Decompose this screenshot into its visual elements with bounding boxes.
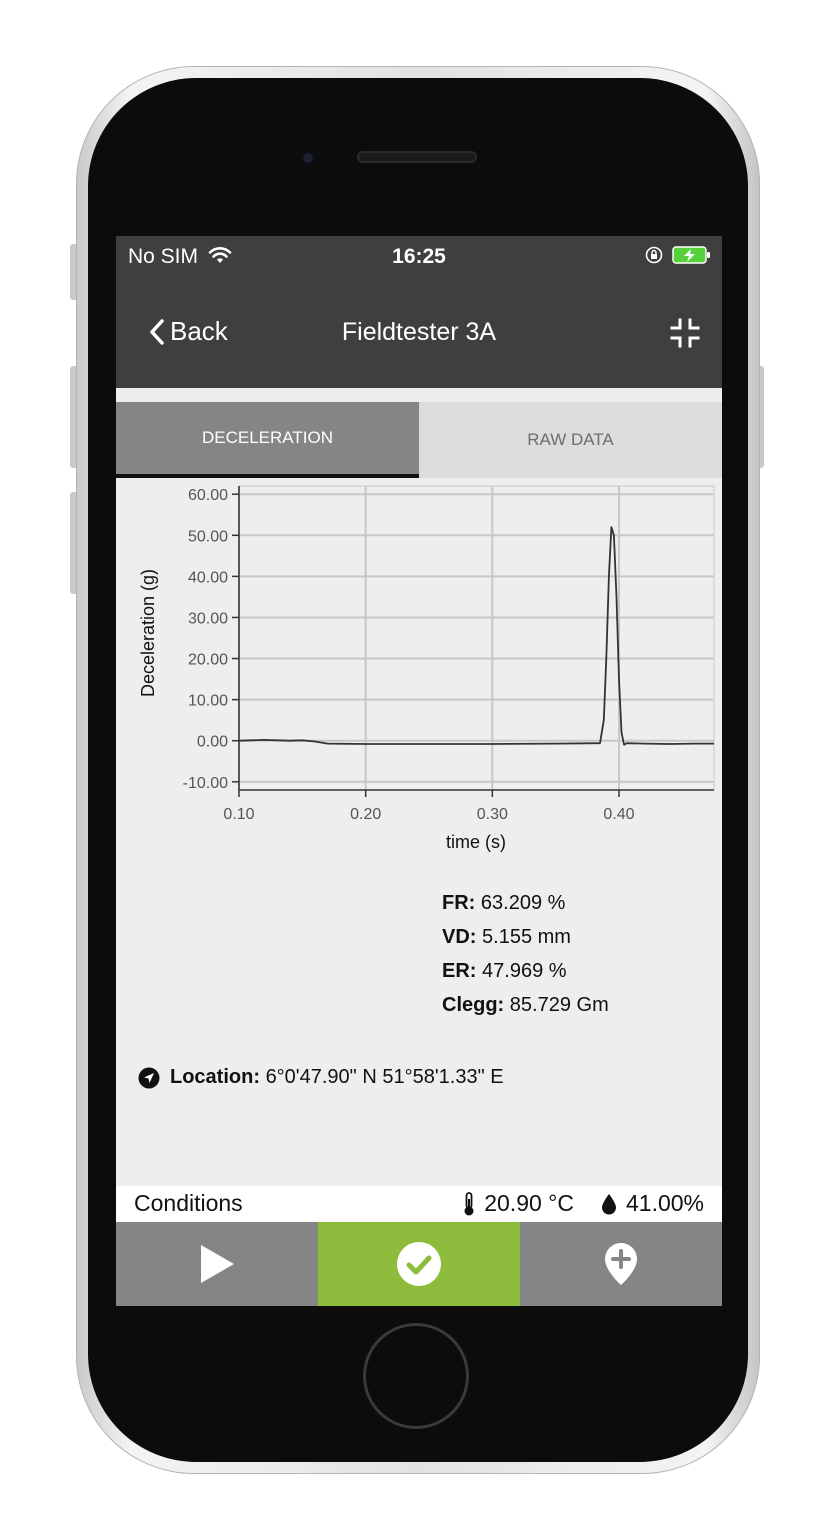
results-panel: FR: 63.209 % VD: 5.155 mm ER: 47.969 % C… [442,886,609,1022]
thermometer-icon [464,1191,474,1215]
location-value: 6°0'47.90" N 51°58'1.33" E [265,1066,504,1088]
stat-vd: VD: 5.155 mm [442,920,609,954]
stat-clegg-label: Clegg: [442,994,505,1016]
navigation-bar: Back Fieldtester 3A [116,278,722,388]
y-tick-label: 10.00 [188,693,228,710]
conditions-label: Conditions [134,1190,243,1216]
chart-svg: 60.00 50.00 40.00 30.00 20.00 10.00 0.00 -10.00… [138,485,715,852]
stat-er-value: 47.969 % [482,960,567,982]
location-arrow-icon [138,1067,160,1088]
tab-bar: DECELERATION RAW DATA [116,402,722,478]
map-marker-plus-icon [605,1243,637,1285]
tab-raw-data-label: RAW DATA [527,430,614,449]
stat-er-label: ER: [442,960,477,982]
home-button[interactable] [363,1323,469,1429]
add-location-button[interactable] [520,1222,722,1306]
stat-fr-label: FR: [442,892,476,914]
location-label: Location: [170,1066,260,1088]
clock: 16:25 [392,245,446,268]
humidity-value: 41.00% [625,1190,704,1216]
page-title: Fieldtester 3A [341,318,497,346]
stat-vd-label: VD: [442,926,477,948]
temperature-value: 20.90 °C [484,1190,574,1216]
y-tick-label: 60.00 [188,487,228,504]
tab-deceleration-label: DECELERATION [202,428,333,447]
stat-er: ER: 47.969 % [442,954,609,988]
conditions-bar: Conditions 20.90 °C 41.00% [116,1186,722,1222]
collapse-icon[interactable] [668,316,702,350]
orientation-lock-icon [645,246,663,264]
battery-charging-icon [672,246,710,264]
earpiece-speaker [357,151,477,163]
y-tick-label: 50.00 [188,528,228,545]
y-tick-label: 0.00 [197,734,228,751]
status-bar: No SIM 16:25 [116,236,722,278]
y-tick-label: 20.00 [188,652,228,669]
y-tick-label: 30.00 [188,610,228,627]
x-tick-label: 0.10 [223,806,254,823]
stat-fr-value: 63.209 % [480,892,566,914]
tab-deceleration[interactable]: DECELERATION [116,402,419,478]
x-axis-label: time (s) [446,832,506,852]
x-tick-label: 0.20 [350,806,381,823]
location-row: Location: 6°0'47.90" N 51°58'1.33" E [138,1066,504,1089]
play-icon [201,1245,234,1283]
stat-vd-value: 5.155 mm [482,926,571,948]
status-icons [644,245,712,265]
check-circle-icon [397,1242,441,1286]
stat-clegg-value: 85.729 Gm [509,994,609,1016]
deceleration-chart: 60.00 50.00 40.00 30.00 20.00 10.00 0.00 -10.00… [116,478,722,858]
tab-raw-data[interactable]: RAW DATA [419,402,722,478]
stat-clegg: Clegg: 85.729 Gm [442,988,609,1022]
humidity-drop-icon [601,1193,616,1214]
x-tick-label: 0.30 [477,806,508,823]
stat-fr: FR: 63.209 % [442,886,609,920]
bottom-toolbar [116,1222,722,1306]
app-screen: No SIM 16:25 Back Fieldtester 3A DECELER… [116,236,722,1306]
y-axis-label: Deceleration (g) [138,569,158,697]
front-camera [300,150,316,166]
conditions-values: 20.90 °C 41.00% [462,1190,704,1217]
x-tick-label: 0.40 [603,806,634,823]
y-tick-label: 40.00 [188,569,228,586]
confirm-button[interactable] [318,1222,520,1306]
play-button[interactable] [116,1222,318,1306]
y-tick-label: -10.00 [183,775,228,792]
